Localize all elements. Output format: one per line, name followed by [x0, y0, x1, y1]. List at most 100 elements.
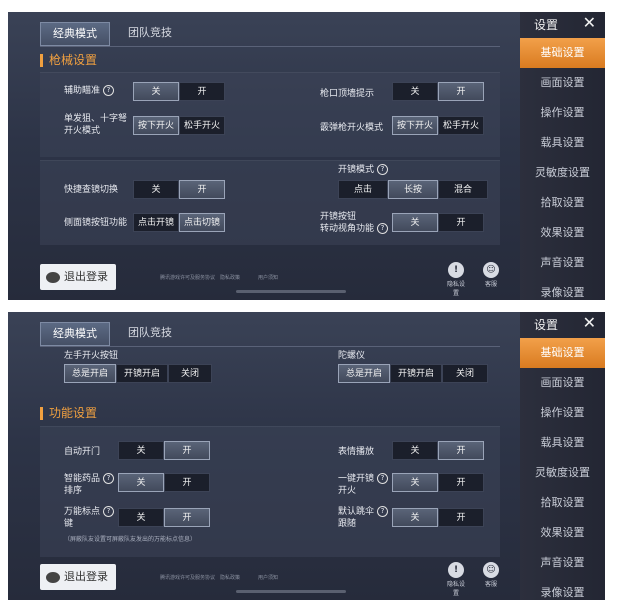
smart-meds-off[interactable]: 关: [118, 473, 164, 492]
sidebar-item-pickup[interactable]: 拾取设置: [520, 188, 605, 218]
close-icon[interactable]: ✕: [583, 14, 596, 32]
close-icon[interactable]: ✕: [583, 314, 596, 332]
auto-door-on[interactable]: 开: [164, 441, 210, 460]
aim-assist-on[interactable]: 开: [179, 82, 225, 101]
license-link[interactable]: 腾讯游戏许可及服务协议: [160, 574, 215, 581]
sidebar-item-recording[interactable]: 录像设置: [520, 578, 605, 600]
sidebar-item-effects[interactable]: 效果设置: [520, 518, 605, 548]
sidebar-item-pickup[interactable]: 拾取设置: [520, 488, 605, 518]
sidebar-item-sound[interactable]: 声音设置: [520, 548, 605, 578]
scope-mode-label: 开镜模式?: [338, 164, 389, 176]
gyro-scoped[interactable]: 开镜开启: [390, 364, 442, 383]
sidebar-item-recording[interactable]: 录像设置: [520, 278, 605, 300]
emote-off[interactable]: 关: [392, 441, 438, 460]
privacy-shield-icon: !: [448, 262, 464, 278]
user-notice-link[interactable]: 用户须知: [258, 574, 278, 581]
sidebar-item-sensitivity[interactable]: 灵敏度设置: [520, 458, 605, 488]
quick-switch-label: 快捷查镜切换: [64, 185, 119, 195]
smart-meds-label: 智能药品? 排序: [64, 473, 115, 497]
scope-settings-block: [40, 160, 500, 245]
privacy-settings-button[interactable]: ! 隐私设置: [445, 262, 467, 297]
gyro-label: 陀螺仪: [338, 351, 366, 361]
quick-switch-on[interactable]: 开: [179, 180, 225, 199]
emote-on[interactable]: 开: [438, 441, 484, 460]
license-link[interactable]: 腾讯游戏许可及服务协议: [160, 274, 215, 281]
emote-label: 表情播放: [338, 447, 375, 457]
smart-meds-on[interactable]: 开: [164, 473, 210, 492]
tab-divider: [40, 46, 500, 47]
sidebar-item-controls[interactable]: 操作设置: [520, 98, 605, 128]
one-key-scope-on[interactable]: 开: [438, 473, 484, 492]
scope-turn-on[interactable]: 开: [438, 213, 484, 232]
muzzle-hint-label: 枪口顶墙提示: [320, 89, 375, 99]
tab-team-deathmatch[interactable]: 团队竞技: [120, 322, 180, 344]
side-scope-open[interactable]: 点击开镜: [133, 213, 179, 232]
settings-panel-top: 经典模式 团队竞技 枪械设置 辅助瞄准? 关 开 枪口顶墙提示 关 开 单发狙、…: [8, 12, 605, 300]
left-fire-off[interactable]: 关闭: [168, 364, 212, 383]
help-icon[interactable]: ?: [103, 473, 115, 484]
sidebar-item-graphics[interactable]: 画面设置: [520, 368, 605, 398]
sidebar-item-basic[interactable]: 基础设置: [520, 38, 605, 68]
tab-classic[interactable]: 经典模式: [40, 22, 110, 46]
scope-turn-off[interactable]: 关: [392, 213, 438, 232]
logout-button[interactable]: 退出登录: [40, 564, 116, 590]
parachute-off[interactable]: 关: [392, 508, 438, 527]
tab-classic[interactable]: 经典模式: [40, 322, 110, 346]
side-scope-switch[interactable]: 点击切镜: [179, 213, 225, 232]
one-key-scope-label: 一键开镜? 开火: [338, 473, 389, 497]
help-icon[interactable]: ?: [377, 506, 389, 517]
customer-service-button[interactable]: ☺ 客服: [480, 562, 502, 588]
sidebar-item-effects[interactable]: 效果设置: [520, 218, 605, 248]
sidebar-item-controls[interactable]: 操作设置: [520, 398, 605, 428]
gyro-always[interactable]: 总是开启: [338, 364, 390, 383]
shotgun-fire-press[interactable]: 按下开火: [392, 116, 438, 135]
scroll-indicator[interactable]: [236, 290, 346, 293]
user-notice-link[interactable]: 用户须知: [258, 274, 278, 281]
privacy-link[interactable]: 隐私政策: [220, 274, 240, 281]
gyro-off[interactable]: 关闭: [442, 364, 488, 383]
help-icon[interactable]: ?: [103, 506, 115, 517]
settings-title: 设置: [534, 18, 559, 32]
muzzle-hint-on[interactable]: 开: [438, 82, 484, 101]
help-icon[interactable]: ?: [103, 85, 115, 96]
marker-off[interactable]: 关: [118, 508, 164, 527]
quick-switch-off[interactable]: 关: [133, 180, 179, 199]
tab-divider: [40, 346, 500, 347]
marker-on[interactable]: 开: [164, 508, 210, 527]
scope-mode-hold[interactable]: 长按: [388, 180, 438, 199]
muzzle-hint-off[interactable]: 关: [392, 82, 438, 101]
sidebar-item-sound[interactable]: 声音设置: [520, 248, 605, 278]
left-fire-always[interactable]: 总是开启: [64, 364, 116, 383]
sidebar-header: 设置 ✕: [520, 312, 605, 336]
auto-door-off[interactable]: 关: [118, 441, 164, 460]
sidebar-item-vehicle[interactable]: 载具设置: [520, 428, 605, 458]
section-title-function: 功能设置: [40, 407, 97, 420]
sidebar-item-basic[interactable]: 基础设置: [520, 338, 605, 368]
scope-mode-tap[interactable]: 点击: [338, 180, 388, 199]
parachute-label: 默认跳伞? 跟随: [338, 506, 389, 530]
help-icon[interactable]: ?: [377, 164, 389, 175]
settings-panel-bottom: 经典模式 团队竞技 左手开火按钮 总是开启 开镜开启 关闭 陀螺仪 总是开启 开…: [8, 312, 605, 600]
customer-service-button[interactable]: ☺ 客服: [480, 262, 502, 288]
single-fire-press[interactable]: 按下开火: [133, 116, 179, 135]
privacy-link[interactable]: 隐私政策: [220, 574, 240, 581]
one-key-scope-off[interactable]: 关: [392, 473, 438, 492]
aim-assist-off[interactable]: 关: [133, 82, 179, 101]
scroll-indicator[interactable]: [236, 590, 346, 593]
scope-mode-mixed[interactable]: 混合: [438, 180, 488, 199]
help-icon[interactable]: ?: [377, 473, 389, 484]
sidebar-item-vehicle[interactable]: 载具设置: [520, 128, 605, 158]
tab-team-deathmatch[interactable]: 团队竞技: [120, 22, 180, 44]
aim-assist-label: 辅助瞄准?: [64, 85, 115, 97]
customer-service-icon: ☺: [483, 562, 499, 578]
parachute-on[interactable]: 开: [438, 508, 484, 527]
help-icon[interactable]: ?: [377, 223, 389, 234]
privacy-settings-button[interactable]: ! 隐私设置: [445, 562, 467, 597]
single-fire-release[interactable]: 松手开火: [179, 116, 225, 135]
left-fire-scoped[interactable]: 开镜开启: [116, 364, 168, 383]
auto-door-label: 自动开门: [64, 447, 101, 457]
shotgun-fire-release[interactable]: 松手开火: [438, 116, 484, 135]
logout-button[interactable]: 退出登录: [40, 264, 116, 290]
sidebar-item-sensitivity[interactable]: 灵敏度设置: [520, 158, 605, 188]
sidebar-item-graphics[interactable]: 画面设置: [520, 68, 605, 98]
